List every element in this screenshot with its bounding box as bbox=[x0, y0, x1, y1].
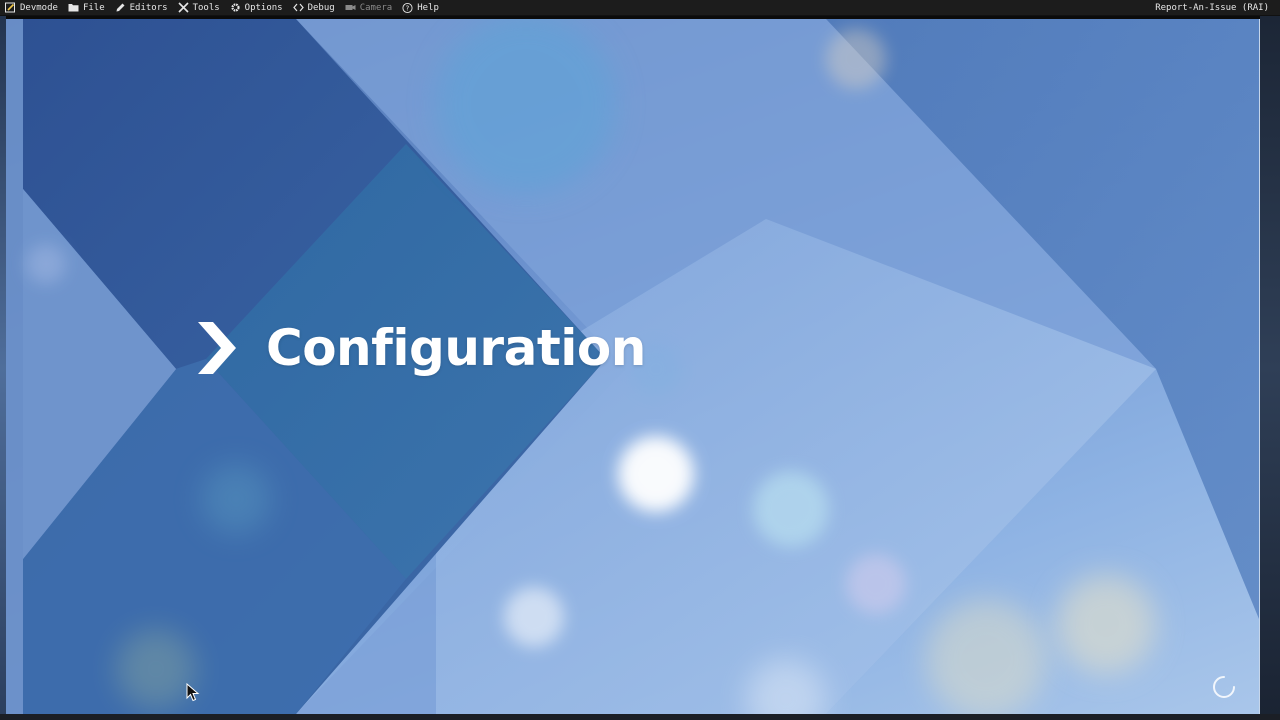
menu-tools-label: Tools bbox=[192, 2, 220, 13]
tools-icon bbox=[177, 2, 189, 13]
menu-editors-label: Editors bbox=[129, 2, 168, 13]
menu-help-label: Help bbox=[417, 2, 439, 13]
menu-options[interactable]: Options bbox=[225, 0, 288, 15]
menu-devmode-label: Devmode bbox=[20, 2, 58, 13]
devmode-icon bbox=[5, 2, 16, 13]
menu-options-label: Options bbox=[244, 2, 283, 13]
menu-debug-label: Debug bbox=[307, 2, 335, 13]
menu-tools[interactable]: Tools bbox=[173, 0, 225, 15]
menu-help[interactable]: ? Help bbox=[397, 0, 444, 15]
camera-icon bbox=[345, 2, 356, 13]
folder-icon bbox=[68, 2, 79, 13]
dev-menubar: Devmode File Editors Tools Options Debug… bbox=[0, 0, 1280, 16]
menu-debug[interactable]: Debug bbox=[288, 0, 340, 15]
gear-icon bbox=[230, 2, 241, 13]
report-an-issue-link[interactable]: Report-An-Issue (RAI) bbox=[1150, 0, 1280, 15]
menu-file[interactable]: File bbox=[63, 0, 110, 15]
menu-file-label: File bbox=[82, 2, 105, 13]
menu-editors[interactable]: Editors bbox=[110, 0, 173, 15]
menu-devmode[interactable]: Devmode bbox=[0, 0, 63, 15]
chevron-right-icon bbox=[198, 322, 236, 374]
code-icon bbox=[292, 2, 304, 13]
svg-text:?: ? bbox=[406, 4, 410, 12]
title-group: Configuration bbox=[190, 318, 646, 378]
menu-camera[interactable]: Camera bbox=[340, 0, 398, 15]
app-root: Devmode File Editors Tools Options Debug… bbox=[0, 0, 1280, 720]
help-icon: ? bbox=[402, 2, 413, 13]
mouse-cursor-icon bbox=[186, 683, 200, 702]
pencil-icon bbox=[115, 2, 126, 13]
viewport-frame-right bbox=[1260, 16, 1280, 720]
page-title: Configuration bbox=[266, 319, 646, 377]
menu-camera-label: Camera bbox=[359, 2, 393, 13]
loading-spinner-icon bbox=[1213, 676, 1235, 698]
report-an-issue-label: Report-An-Issue (RAI) bbox=[1155, 2, 1269, 13]
viewport-frame-bottom bbox=[0, 714, 1280, 720]
